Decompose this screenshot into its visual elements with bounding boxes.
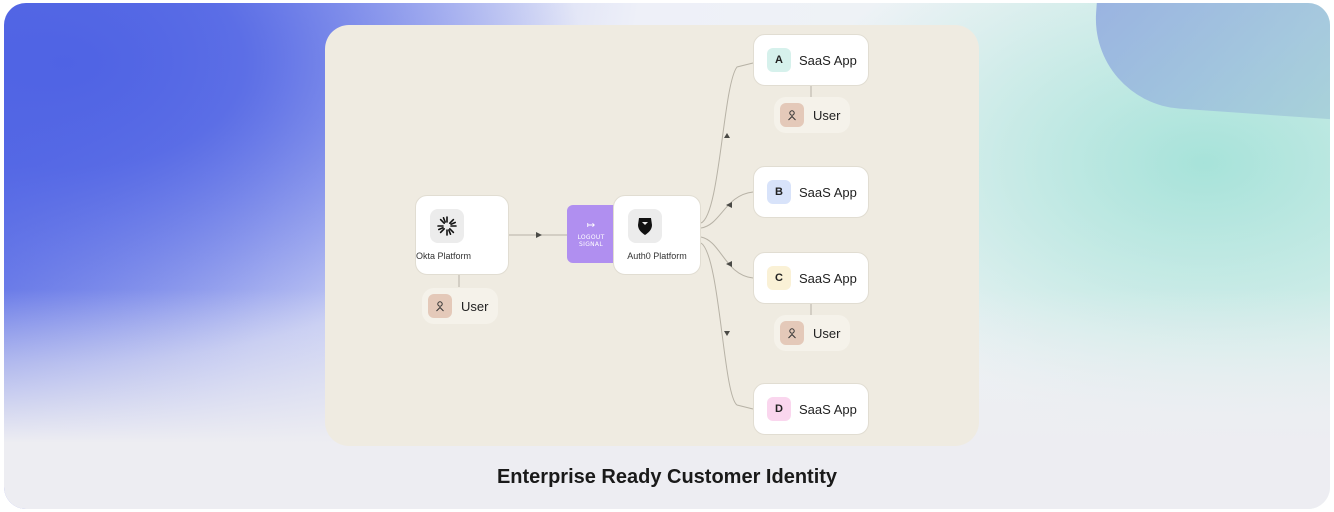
saas-app-d-card: D SaaS App <box>753 383 869 435</box>
arrow-a <box>724 133 730 138</box>
saas-app-a-card: A SaaS App <box>753 34 869 86</box>
diagram-caption: Enterprise Ready Customer Identity <box>496 466 838 488</box>
app-letter-badge: A <box>767 48 791 72</box>
arrow-okta <box>536 232 542 238</box>
saas-app-b-card: B SaaS App <box>753 166 869 218</box>
user-icon <box>428 294 452 318</box>
user-label: User <box>813 107 841 123</box>
okta-logo-icon <box>430 209 464 243</box>
saas-app-c-card: C SaaS App <box>753 252 869 304</box>
okta-platform-label: Okta Platform <box>416 251 472 261</box>
arrow-d <box>724 331 730 336</box>
user-icon <box>780 321 804 345</box>
logout-icon: ↦ <box>586 219 596 231</box>
app-letter-badge: C <box>767 266 791 290</box>
user-label: User <box>813 325 841 341</box>
logout-signal-badge: ↦ LOGOUT SIGNAL <box>567 205 615 263</box>
app-a-user-chip: User <box>774 97 851 133</box>
auth0-shield-icon <box>628 209 662 243</box>
auth0-platform-label: Auth0 Platform <box>627 251 687 261</box>
app-letter-badge: B <box>767 180 791 204</box>
user-label: User <box>461 298 489 314</box>
logout-signal-label: LOGOUT SIGNAL <box>577 233 605 248</box>
okta-platform-card: Okta Platform <box>415 195 509 275</box>
user-icon <box>780 103 804 127</box>
app-c-user-chip: User <box>774 315 851 351</box>
decorative-shape <box>1089 3 1330 124</box>
diagram-canvas: Okta Platform User ↦ LOGOUT SIGNAL Auth0 … <box>325 25 979 446</box>
auth0-platform-card: Auth0 Platform <box>613 195 701 275</box>
app-label: SaaS App <box>799 270 857 286</box>
app-label: SaaS App <box>799 52 857 68</box>
app-label: SaaS App <box>799 184 857 200</box>
app-letter-badge: D <box>767 397 791 421</box>
okta-user-chip: User <box>422 288 499 324</box>
app-label: SaaS App <box>799 401 857 417</box>
